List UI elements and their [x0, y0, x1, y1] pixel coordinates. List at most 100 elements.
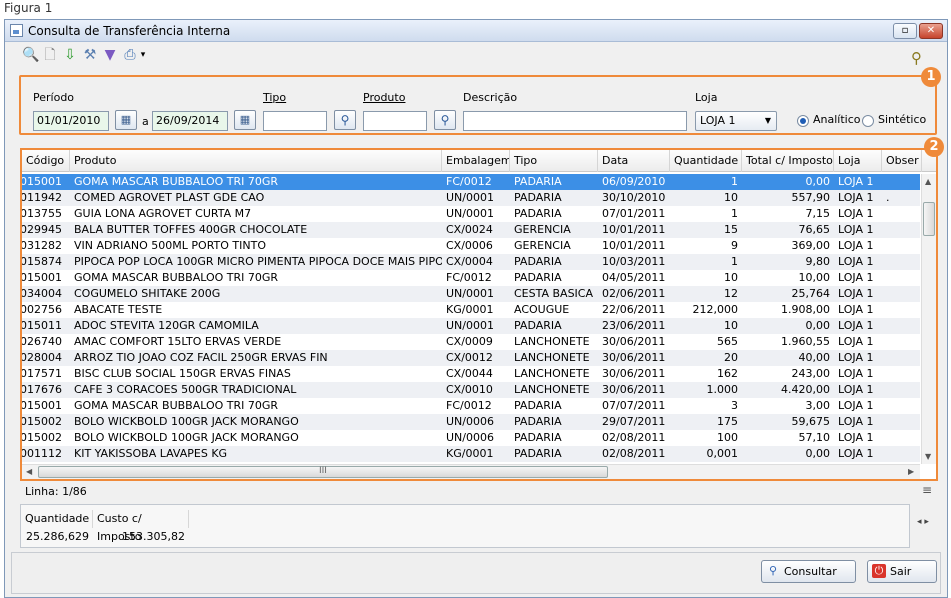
- table-cell: ACOUGUE: [514, 303, 570, 316]
- table-row[interactable]: 015001 GOMA MASCAR BUBBALOO TRI 70GR FC/00…: [22, 174, 920, 190]
- table-cell: GERENCIA: [514, 223, 571, 236]
- table-row[interactable]: 015002 BOLO WICKBOLD 100GR JACK MORANGO UN…: [22, 430, 920, 446]
- tipo-lookup-icon[interactable]: ⚲: [334, 110, 356, 130]
- table-cell: [882, 206, 920, 222]
- table-row[interactable]: 011942 COMED AGROVET PLAST GDE CAO UN/0001…: [22, 190, 920, 206]
- column-header[interactable]: Produto: [70, 150, 442, 172]
- table-cell: UN/0001: [446, 287, 494, 300]
- table-row[interactable]: 031282 VIN ADRIANO 500ML PORTO TINTO CX/00…: [22, 238, 920, 254]
- scroll-down-icon[interactable]: ▼: [925, 452, 931, 461]
- scroll-up-icon[interactable]: ▲: [925, 177, 931, 186]
- table-row[interactable]: 028004 ARROZ TIO JOAO COZ FACIL 250GR ERV…: [22, 350, 920, 366]
- table-row[interactable]: 017676 CAFE 3 CORACOES 500GR TRADICIONAL C…: [22, 382, 920, 398]
- horizontal-scrollbar[interactable]: ◀ III ▶: [22, 464, 920, 479]
- sair-button[interactable]: ⏻ Sair: [867, 560, 937, 583]
- consultar-button[interactable]: ⚲ Consultar: [761, 560, 856, 583]
- table-cell: LOJA 1: [838, 223, 874, 236]
- horizontal-scroll-thumb[interactable]: III: [38, 466, 608, 478]
- column-header[interactable]: Data: [598, 150, 670, 172]
- table-row[interactable]: 015002 BOLO WICKBOLD 100GR JACK MORANGO UN…: [22, 414, 920, 430]
- filter-icon[interactable]: ▼: [102, 47, 118, 63]
- tipo-input[interactable]: [263, 111, 327, 131]
- table-row[interactable]: 026740 AMAC COMFORT 15LTO ERVAS VERDE CX/0…: [22, 334, 920, 350]
- key-search-icon[interactable]: ⚲: [911, 49, 922, 67]
- date-from-input[interactable]: 01/01/2010: [33, 111, 109, 131]
- tools-icon[interactable]: ⚒: [82, 47, 98, 63]
- analitico-label[interactable]: Analítico: [813, 113, 861, 126]
- analitico-radio[interactable]: [797, 115, 809, 127]
- dropdown-arrow-icon[interactable]: ▾: [138, 47, 148, 63]
- table-row[interactable]: 015011 ADOC STEVITA 120GR CAMOMILA UN/0001…: [22, 318, 920, 334]
- column-header[interactable]: Total c/ Imposto: [742, 150, 834, 172]
- calendar-to-icon[interactable]: ▦: [234, 110, 256, 130]
- export-icon[interactable]: ⇩: [62, 47, 78, 63]
- table-cell: 212,000: [692, 303, 739, 316]
- column-header[interactable]: Embalagem: [442, 150, 510, 172]
- loja-select-value: LOJA 1: [700, 114, 736, 127]
- produto-lookup-icon[interactable]: ⚲: [434, 110, 456, 130]
- loja-select[interactable]: LOJA 1 ▼: [695, 111, 777, 131]
- sintetico-label[interactable]: Sintético: [878, 113, 926, 126]
- table-cell: 9: [731, 239, 738, 252]
- table-row[interactable]: 034004 COGUMELO SHITAKE 200G UN/0001 CESTA …: [22, 286, 920, 302]
- table-cell: GUIA LONA AGROVET CURTA M7: [74, 207, 252, 220]
- table-cell: [882, 254, 920, 270]
- table-cell: BISC CLUB SOCIAL 150GR ERVAS FINAS: [74, 367, 291, 380]
- window-title: Consulta de Transferência Interna: [28, 24, 231, 38]
- scroll-left-icon[interactable]: ◀: [26, 467, 32, 476]
- new-doc-icon[interactable]: 🗋: [42, 47, 58, 63]
- table-row[interactable]: 017571 BISC CLUB SOCIAL 150GR ERVAS FINAS…: [22, 366, 920, 382]
- table-row[interactable]: 029945 BALA BUTTER TOFFES 400GR CHOCOLATE…: [22, 222, 920, 238]
- column-header[interactable]: Código: [22, 150, 70, 172]
- print-icon[interactable]: ⎙: [122, 47, 138, 63]
- descricao-input[interactable]: [463, 111, 687, 131]
- column-header[interactable]: Obser: [882, 150, 922, 172]
- table-cell: 12: [724, 287, 738, 300]
- scroll-right-icon[interactable]: ▶: [908, 467, 914, 476]
- table-cell: [882, 302, 920, 318]
- totals-custo-value: 153.305,82: [122, 530, 185, 543]
- table-row[interactable]: 015874 PIPOCA POP LOCA 100GR MICRO PIMENT…: [22, 254, 920, 270]
- table-cell: 30/06/2011: [602, 335, 666, 348]
- table-cell: 015002: [22, 431, 62, 444]
- produto-input[interactable]: [363, 111, 427, 131]
- table-row[interactable]: 001112 KIT YAKISSOBA LAVAPES KG KG/0001 PAD…: [22, 446, 920, 462]
- table-cell: [882, 366, 920, 382]
- menu-lines-icon[interactable]: ≡: [922, 483, 932, 497]
- table-cell: LOJA 1: [838, 399, 874, 412]
- table-cell: 015001: [22, 175, 62, 188]
- table-cell: 015874: [22, 255, 62, 268]
- date-to-input[interactable]: 26/09/2014: [152, 111, 228, 131]
- table-row[interactable]: 013755 GUIA LONA AGROVET CURTA M7 UN/0001 P…: [22, 206, 920, 222]
- table-cell: 57,10: [798, 431, 831, 444]
- vertical-scroll-thumb[interactable]: [923, 202, 935, 236]
- periodo-label: Período: [33, 91, 75, 104]
- callout-badge-1: 1: [921, 67, 941, 87]
- produto-label[interactable]: Produto: [363, 91, 405, 104]
- search-doc-icon[interactable]: 🔍: [22, 47, 39, 63]
- title-bar: Consulta de Transferência Interna ▫ ✕: [5, 20, 947, 42]
- column-header[interactable]: Loja: [834, 150, 882, 172]
- table-cell: PADARIA: [514, 319, 562, 332]
- table-cell: UN/0006: [446, 415, 494, 428]
- main-window: Consulta de Transferência Interna ▫ ✕ 🔍 …: [4, 19, 948, 598]
- calendar-from-icon[interactable]: ▦: [115, 110, 137, 130]
- column-header[interactable]: Quantidade: [670, 150, 742, 172]
- column-header[interactable]: Tipo: [510, 150, 598, 172]
- totals-scroll-arrows-icon[interactable]: ◂ ▸: [917, 517, 929, 527]
- table-row[interactable]: 015001 GOMA MASCAR BUBBALOO TRI 70GR FC/00…: [22, 398, 920, 414]
- table-cell: KG/0001: [446, 447, 494, 460]
- table-cell: CX/0024: [446, 223, 493, 236]
- table-cell: [882, 334, 920, 350]
- table-cell: 100: [717, 431, 738, 444]
- table-cell: 7,15: [805, 207, 831, 220]
- table-row[interactable]: 015001 GOMA MASCAR BUBBALOO TRI 70GR FC/00…: [22, 270, 920, 286]
- close-icon[interactable]: ✕: [919, 23, 943, 39]
- vertical-scrollbar[interactable]: ▲ ▼: [921, 174, 936, 464]
- table-cell: [882, 222, 920, 238]
- table-cell: [882, 430, 920, 446]
- tipo-label[interactable]: Tipo: [263, 91, 286, 104]
- restore-icon[interactable]: ▫: [893, 23, 917, 39]
- sintetico-radio[interactable]: [862, 115, 874, 127]
- table-row[interactable]: 002756 ABACATE TESTE KG/0001 ACOUGUE 22/06/2…: [22, 302, 920, 318]
